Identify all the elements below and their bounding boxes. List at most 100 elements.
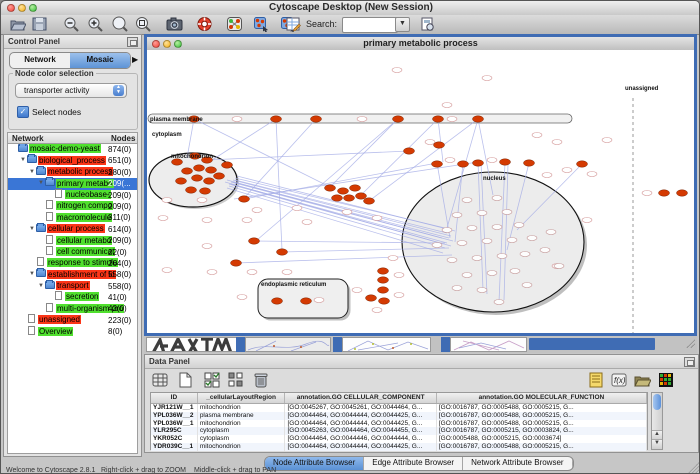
select-nodes-checkbox[interactable]: ✓ xyxy=(17,106,29,118)
network-node[interactable] xyxy=(473,160,484,166)
table-row[interactable]: YJR121W__1mitochondrion[GO:0045267, GO:0… xyxy=(151,404,647,412)
scrollbar-thumb[interactable] xyxy=(653,394,661,410)
attribute-table[interactable]: ID_cellularLayoutRegionannotation.GO CEL… xyxy=(150,392,648,450)
network-node-small[interactable] xyxy=(477,288,487,293)
table-column-header[interactable]: annotation.GO MOLECULAR_FUNCTION xyxy=(437,393,647,403)
delete-attribute-icon[interactable] xyxy=(252,371,270,389)
network-node-small[interactable] xyxy=(394,293,404,298)
network-node[interactable] xyxy=(311,116,322,122)
network-node-small[interactable] xyxy=(232,117,242,122)
network-node[interactable] xyxy=(378,287,389,293)
network-tree-item[interactable]: ▼primary metabo209(... xyxy=(8,178,137,189)
network-node[interactable] xyxy=(194,165,205,171)
new-attribute-icon[interactable] xyxy=(176,371,194,389)
network-node[interactable] xyxy=(432,161,443,167)
node-color-select[interactable]: transporter activity ▲▼ xyxy=(15,83,127,98)
tree-expand-icon[interactable]: ▼ xyxy=(29,271,36,277)
network-tree-item[interactable]: multi-organism pro42(0) xyxy=(8,303,137,314)
network-canvas[interactable]: plasma membranecytoplasmmitochondrionnuc… xyxy=(147,50,694,333)
network-node-small[interactable] xyxy=(445,158,455,163)
network-node-small[interactable] xyxy=(242,218,252,223)
network-node[interactable] xyxy=(200,188,211,194)
network-node-small[interactable] xyxy=(447,258,457,263)
network-node-small[interactable] xyxy=(162,268,172,273)
network-node-small[interactable] xyxy=(314,298,324,303)
network-edge[interactable] xyxy=(438,119,443,162)
network-node-small[interactable] xyxy=(462,198,472,203)
network-node[interactable] xyxy=(366,295,377,301)
table-scrollbar[interactable]: ▲ ▼ xyxy=(651,392,663,450)
scroll-down-icon[interactable]: ▼ xyxy=(652,439,662,449)
network-node[interactable] xyxy=(659,190,670,196)
network-node[interactable] xyxy=(344,195,355,201)
background-frame-thumbnail[interactable] xyxy=(146,337,238,352)
network-edge[interactable] xyxy=(207,151,409,160)
network-node[interactable] xyxy=(182,168,193,174)
network-tree-item[interactable]: nucleobase-209(0) xyxy=(8,190,137,201)
network-edge[interactable] xyxy=(187,119,194,158)
network-node-small[interactable] xyxy=(507,238,517,243)
unselect-attributes-icon[interactable] xyxy=(226,371,244,389)
network-node[interactable] xyxy=(500,159,511,165)
network-node-small[interactable] xyxy=(542,173,552,178)
network-tree-item[interactable]: cellular metabo209(0) xyxy=(8,235,137,246)
window-resize-grip[interactable] xyxy=(688,461,700,473)
network-node-small[interactable] xyxy=(357,117,367,122)
table-row[interactable]: YDR039C__1mitochondrion[GO:0044464, GO:0… xyxy=(151,443,647,451)
network-node-small[interactable] xyxy=(372,216,382,221)
tab-network[interactable]: Network xyxy=(10,53,70,68)
background-frame-thumbnail[interactable] xyxy=(245,337,331,352)
network-node[interactable] xyxy=(222,162,233,168)
network-node-small[interactable] xyxy=(352,288,362,293)
network-tree-item[interactable]: ▼establishment of lo558(0) xyxy=(8,269,137,280)
import-attributes-icon[interactable] xyxy=(633,371,651,389)
network-node-small[interactable] xyxy=(202,218,212,223)
background-frame-thumbnail[interactable] xyxy=(342,337,431,352)
network-node-small[interactable] xyxy=(514,223,524,228)
table-column-header[interactable]: annotation.GO CELLULAR_COMPONENT xyxy=(285,393,436,403)
background-frame-border[interactable] xyxy=(441,337,450,352)
network-node-small[interactable] xyxy=(247,270,257,275)
select-attributes-icon[interactable] xyxy=(203,371,221,389)
network-tree-item[interactable]: ▼transport558(0) xyxy=(8,281,137,292)
network-node-small[interactable] xyxy=(482,76,492,81)
network-node[interactable] xyxy=(332,195,343,201)
network-tree-item[interactable]: ▼metabolic process280(0) xyxy=(8,167,137,178)
network-node-small[interactable] xyxy=(492,196,502,201)
float-panel-icon[interactable] xyxy=(127,37,138,47)
table-row[interactable]: YPL036W__1mitochondrion[GO:0044464, GO:0… xyxy=(151,420,647,428)
network-node-small[interactable] xyxy=(282,270,292,275)
network-node-small[interactable] xyxy=(562,168,572,173)
heatmap-matrix-icon[interactable] xyxy=(657,371,675,389)
network-node-small[interactable] xyxy=(442,103,452,108)
network-node[interactable] xyxy=(325,185,336,191)
search-input[interactable] xyxy=(342,17,398,33)
network-node-small[interactable] xyxy=(302,220,312,225)
frame-resize-grip[interactable] xyxy=(685,338,695,348)
network-node-small[interactable] xyxy=(467,226,477,231)
zoom-out-icon[interactable] xyxy=(63,16,80,32)
tab-mosaic[interactable]: Mosaic xyxy=(70,53,130,68)
network-node[interactable] xyxy=(364,198,375,204)
network-node-small[interactable] xyxy=(442,228,452,233)
network-node[interactable] xyxy=(677,190,688,196)
network-node-small[interactable] xyxy=(252,208,262,213)
network-node[interactable] xyxy=(192,175,203,181)
network-node-small[interactable] xyxy=(197,198,207,203)
network-node[interactable] xyxy=(458,161,469,167)
vizmapper-icon[interactable] xyxy=(226,16,243,32)
open-file-icon[interactable] xyxy=(9,16,26,32)
network-node-small[interactable] xyxy=(452,286,462,291)
network-tree-item[interactable]: response to stimulu264(0) xyxy=(8,258,137,269)
save-session-icon[interactable] xyxy=(31,16,48,32)
network-tree-item[interactable]: unassigned223(0) xyxy=(8,315,137,326)
background-frame-thumbnail[interactable] xyxy=(450,337,527,352)
network-node-small[interactable] xyxy=(462,273,472,278)
network-node[interactable] xyxy=(239,196,250,202)
network-node[interactable] xyxy=(577,161,588,167)
network-node-small[interactable] xyxy=(457,241,467,246)
table-mode-icon[interactable] xyxy=(151,371,169,389)
tree-header[interactable]: Network Nodes xyxy=(7,132,138,144)
network-node-small[interactable] xyxy=(492,225,502,230)
network-node-small[interactable] xyxy=(392,68,402,73)
